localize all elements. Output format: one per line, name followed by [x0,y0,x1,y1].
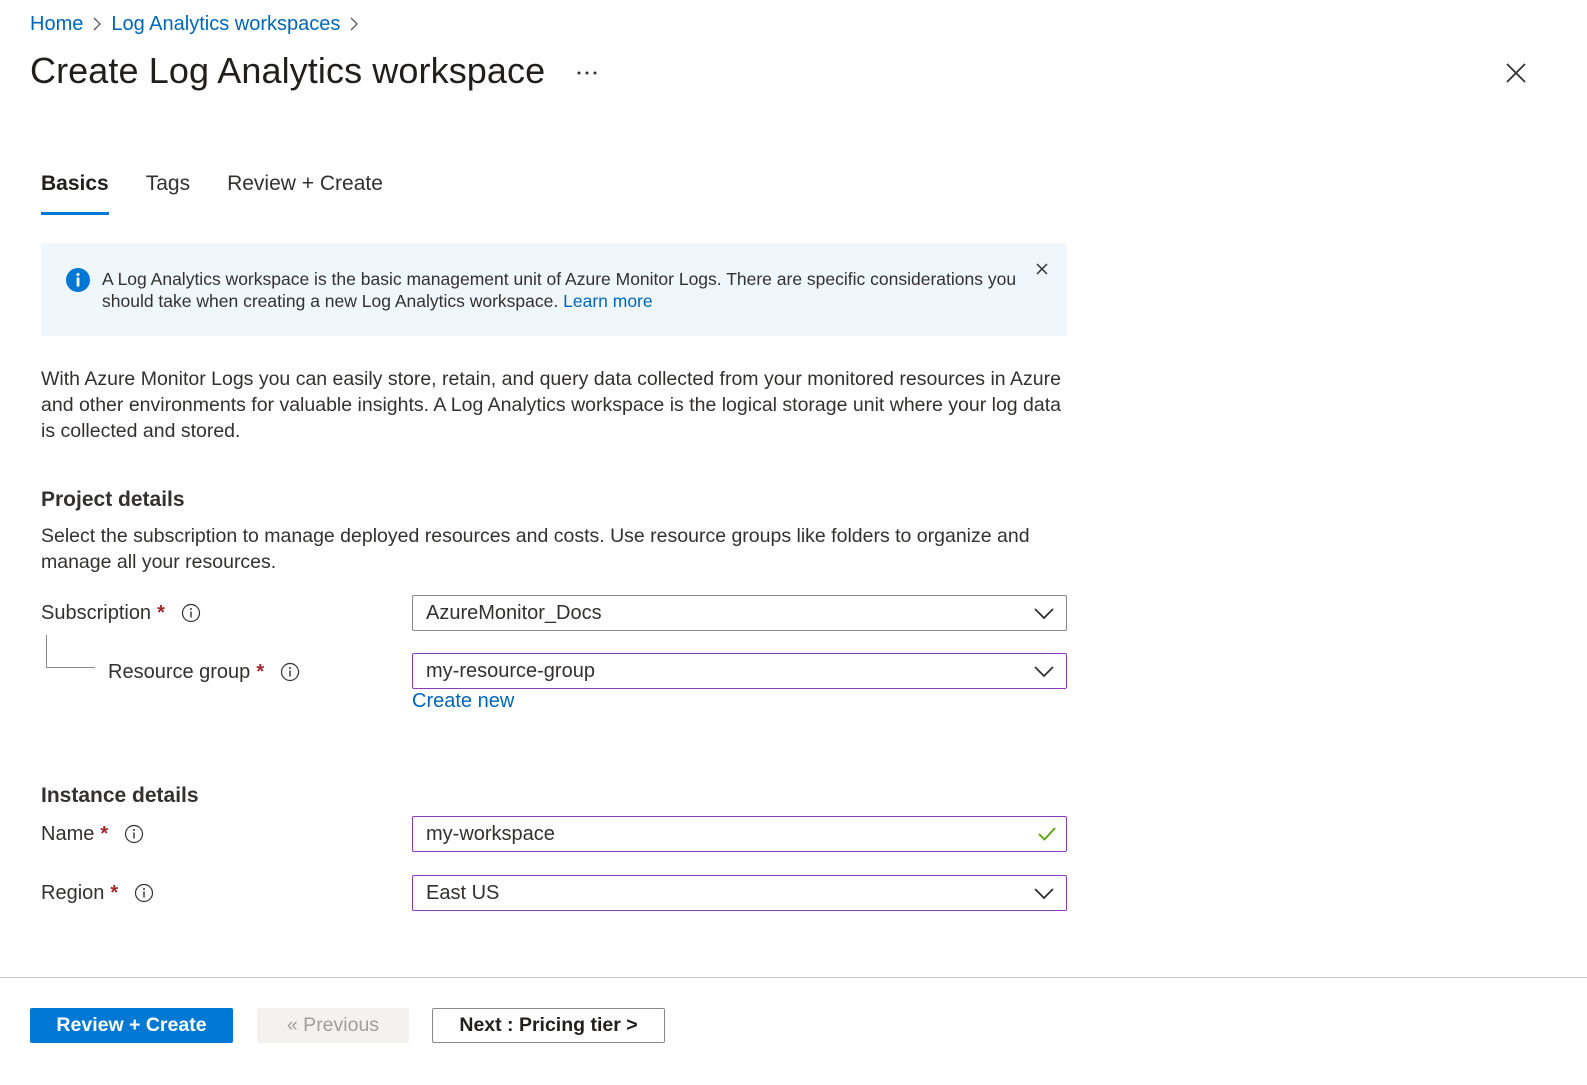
info-banner: A Log Analytics workspace is the basic m… [41,243,1067,336]
subscription-label: Subscription * [41,599,201,627]
info-circle-icon[interactable] [181,603,201,623]
info-banner-text: A Log Analytics workspace is the basic m… [102,268,1022,312]
region-dropdown[interactable]: East US [412,875,1067,911]
name-label-text: Name [41,822,95,845]
subscription-value: AzureMonitor_Docs [426,601,602,624]
required-asterisk: * [100,822,109,845]
tab-tags[interactable]: Tags [146,172,190,215]
info-circle-icon[interactable] [134,883,154,903]
page-title: Create Log Analytics workspace [30,50,546,91]
name-label: Name * [41,820,144,848]
next-pricing-tier-button[interactable]: Next : Pricing tier > [432,1008,665,1043]
checkmark-icon [1038,827,1056,841]
close-icon [1506,63,1526,83]
close-button[interactable] [1500,57,1532,89]
subscription-dropdown[interactable]: AzureMonitor_Docs [412,595,1067,631]
info-icon [66,268,90,292]
resource-group-value: my-resource-group [426,659,595,682]
close-icon [1036,263,1048,275]
learn-more-link[interactable]: Learn more [563,291,653,311]
tab-review-create[interactable]: Review + Create [227,172,383,215]
footer-divider [0,977,1587,978]
subscription-label-text: Subscription [41,601,152,624]
region-label: Region * [41,879,154,907]
chevron-down-icon [1034,666,1054,678]
chevron-right-icon [83,16,111,32]
breadcrumb: Home Log Analytics workspaces [30,10,368,38]
tab-list: Basics Tags Review + Create [41,172,420,215]
project-details-description: Select the subscription to manage deploy… [41,525,1030,573]
tab-basics[interactable]: Basics [41,172,109,215]
required-asterisk: * [157,601,165,624]
resource-group-label-text: Resource group [108,660,251,683]
chevron-down-icon [1034,608,1054,620]
info-circle-icon[interactable] [280,662,300,682]
instance-details-heading: Instance details [41,784,199,807]
previous-button[interactable]: « Previous [257,1008,409,1043]
resource-group-label: Resource group * [108,658,300,686]
intro-description: With Azure Monitor Logs you can easily s… [41,368,1062,442]
required-asterisk: * [256,660,265,683]
banner-dismiss-button[interactable] [1031,258,1053,280]
workspace-name-input[interactable]: my-workspace [412,816,1067,852]
more-icon [577,71,597,75]
workspace-name-value: my-workspace [426,822,555,845]
chevron-down-icon [1034,888,1054,900]
info-banner-message: A Log Analytics workspace is the basic m… [102,269,1017,311]
info-circle-icon[interactable] [124,824,144,844]
region-label-text: Region [41,881,105,904]
region-value: East US [426,881,500,904]
breadcrumb-home-link[interactable]: Home [30,13,83,36]
more-button[interactable] [572,58,602,88]
project-details-heading: Project details [41,488,185,511]
create-new-resource-group-link[interactable]: Create new [412,690,514,713]
review-create-button[interactable]: Review + Create [30,1008,233,1043]
resource-group-dropdown[interactable]: my-resource-group [412,653,1067,689]
required-asterisk: * [110,881,119,904]
tree-connector [46,635,95,668]
breadcrumb-workspaces-link[interactable]: Log Analytics workspaces [111,13,340,36]
chevron-right-icon [340,16,368,32]
